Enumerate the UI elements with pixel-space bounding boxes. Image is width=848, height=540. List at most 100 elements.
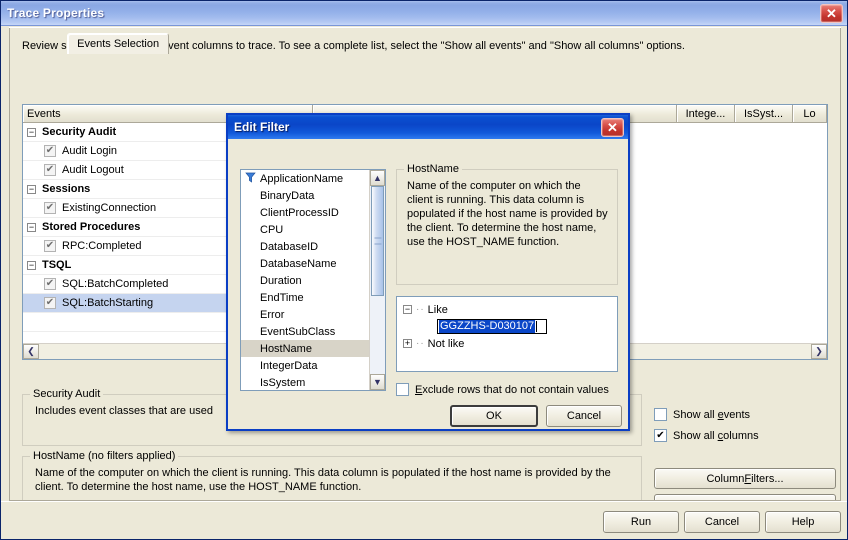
filter-column-list-items: ApplicationName BinaryData ClientProcessID… (241, 170, 369, 390)
dialog-footer: Run Cancel Help (1, 500, 847, 539)
dialog-close-icon[interactable]: ✕ (601, 117, 624, 137)
column-header-integer-data[interactable]: Intege... (677, 105, 735, 122)
filter-not-like-row[interactable]: + ·· Not like (403, 335, 617, 352)
event-label: Audit Logout (62, 164, 124, 176)
filter-column-label: Duration (260, 274, 302, 287)
edit-filter-dialog: Edit Filter ✕ ApplicationName BinaryData C… (226, 113, 630, 431)
event-label: SQL:BatchStarting (62, 297, 154, 309)
filter-value-input[interactable]: GGZZHS-D030107 (437, 319, 547, 334)
expander-icon[interactable]: − (27, 260, 36, 270)
filter-column-label: HostName (260, 342, 312, 355)
show-all-events-row[interactable]: Show all events (654, 408, 750, 421)
help-button[interactable]: Help (765, 511, 841, 533)
event-label: Audit Login (62, 145, 118, 157)
filter-column-label: IsSystem (260, 376, 306, 389)
filter-column-item[interactable]: HostName (241, 340, 369, 357)
filter-column-item[interactable]: ClientProcessID (241, 204, 369, 221)
event-checkbox[interactable]: ✔ (44, 240, 56, 252)
text-caret (536, 321, 538, 332)
like-expander-icon[interactable]: − (403, 305, 412, 314)
dialog-cancel-button[interactable]: Cancel (546, 405, 622, 427)
show-all-events-label: Show all events (673, 408, 751, 421)
tab-underline (9, 27, 841, 28)
event-label: SQL:BatchCompleted (62, 278, 169, 290)
column-filters-button[interactable]: Column Filters... (654, 468, 836, 489)
expander-icon[interactable]: − (27, 127, 36, 137)
filter-column-list[interactable]: ApplicationName BinaryData ClientProcessID… (240, 169, 386, 391)
show-all-columns-row[interactable]: ✔ Show all columns (654, 429, 759, 442)
exclude-rows-row[interactable]: Exclude rows that do not contain values (396, 383, 609, 396)
window-title: Trace Properties (7, 6, 105, 20)
event-category-label: Sessions (42, 183, 91, 195)
exclude-rows-label: Exclude rows that do not contain values (415, 383, 609, 396)
filter-column-label: ApplicationName (260, 172, 344, 185)
filter-value-row[interactable]: GGZZHS-D030107 (403, 318, 617, 335)
window-titlebar: Trace Properties ✕ (1, 1, 847, 26)
filter-column-list-scrollbar[interactable]: ▲ ▼ (369, 170, 385, 390)
scroll-right-icon[interactable]: ❯ (811, 344, 827, 359)
filter-description-legend: HostName (404, 163, 462, 175)
column-header-login[interactable]: Lo (793, 105, 827, 122)
edit-filter-title: Edit Filter (234, 120, 290, 134)
footer-divider (9, 500, 839, 501)
filter-value-text: GGZZHS-D030107 (439, 320, 536, 333)
not-like-expander-icon[interactable]: + (403, 339, 412, 348)
funnel-icon (245, 172, 258, 186)
filter-column-label: BinaryData (260, 189, 315, 202)
filter-description-text: Name of the computer on which the client… (407, 180, 608, 248)
scrollbar-thumb[interactable] (371, 186, 384, 296)
hostname-text: Name of the computer on which the client… (35, 467, 611, 493)
expander-icon[interactable]: − (27, 222, 36, 232)
filter-column-label: ClientProcessID (260, 206, 339, 219)
filter-column-item[interactable]: CPU (241, 221, 369, 238)
event-category-label: TSQL (42, 259, 72, 271)
exclude-rows-checkbox[interactable] (396, 383, 409, 396)
filter-column-item[interactable]: Duration (241, 272, 369, 289)
scroll-left-icon[interactable]: ❮ (23, 344, 39, 359)
event-category-label: Security Audit (42, 126, 117, 138)
filter-column-item[interactable]: BinaryData (241, 187, 369, 204)
hostname-legend: HostName (no filters applied) (30, 450, 179, 462)
column-header-is-system[interactable]: IsSyst... (735, 105, 793, 122)
edit-filter-body: ApplicationName BinaryData ClientProcessID… (228, 139, 628, 431)
filter-not-like-label: Not like (427, 337, 465, 350)
trace-properties-window: Trace Properties ✕ General Events Select… (0, 0, 848, 540)
event-label: ExistingConnection (62, 202, 157, 214)
filter-column-label: DatabaseID (260, 240, 319, 253)
filter-column-item[interactable]: ApplicationName (241, 170, 369, 187)
event-checkbox[interactable]: ✔ (44, 164, 56, 176)
filter-column-item[interactable]: IntegerData (241, 357, 369, 374)
event-label: RPC:Completed (62, 240, 142, 252)
run-button[interactable]: Run (603, 511, 679, 533)
event-checkbox[interactable]: ✔ (44, 145, 56, 157)
scroll-up-icon[interactable]: ▲ (370, 170, 385, 186)
filter-column-item[interactable]: EndTime (241, 289, 369, 306)
filter-column-item[interactable]: EventSubClass (241, 323, 369, 340)
filter-condition-tree[interactable]: − ·· Like GGZZHS-D030107 + ·· Not like (396, 296, 618, 372)
filter-column-item[interactable]: DatabaseID (241, 238, 369, 255)
filter-column-label: EndTime (260, 291, 304, 304)
filter-like-label: Like (427, 303, 448, 316)
show-all-events-checkbox[interactable] (654, 408, 667, 421)
expander-icon[interactable]: − (27, 184, 36, 194)
edit-filter-titlebar: Edit Filter ✕ (228, 115, 628, 139)
close-icon[interactable]: ✕ (820, 3, 843, 23)
event-category-label: Stored Procedures (42, 221, 141, 233)
filter-column-item[interactable]: IsSystem (241, 374, 369, 390)
event-checkbox[interactable]: ✔ (44, 202, 56, 214)
filter-column-label: DatabaseName (260, 257, 337, 270)
event-checkbox[interactable]: ✔ (44, 297, 56, 309)
tab-events-selection[interactable]: Events Selection (67, 33, 170, 54)
filter-like-row[interactable]: − ·· Like (403, 301, 617, 318)
scroll-down-icon[interactable]: ▼ (370, 374, 385, 390)
show-all-columns-checkbox[interactable]: ✔ (654, 429, 667, 442)
security-audit-legend: Security Audit (30, 388, 104, 400)
scrollbar-track-top[interactable] (370, 186, 385, 374)
dialog-ok-button[interactable]: OK (450, 405, 538, 427)
filter-column-item[interactable]: Error (241, 306, 369, 323)
filter-column-item[interactable]: DatabaseName (241, 255, 369, 272)
filter-column-label: CPU (260, 223, 284, 236)
tree-connector: ·· (416, 338, 425, 349)
event-checkbox[interactable]: ✔ (44, 278, 56, 290)
cancel-button[interactable]: Cancel (684, 511, 760, 533)
